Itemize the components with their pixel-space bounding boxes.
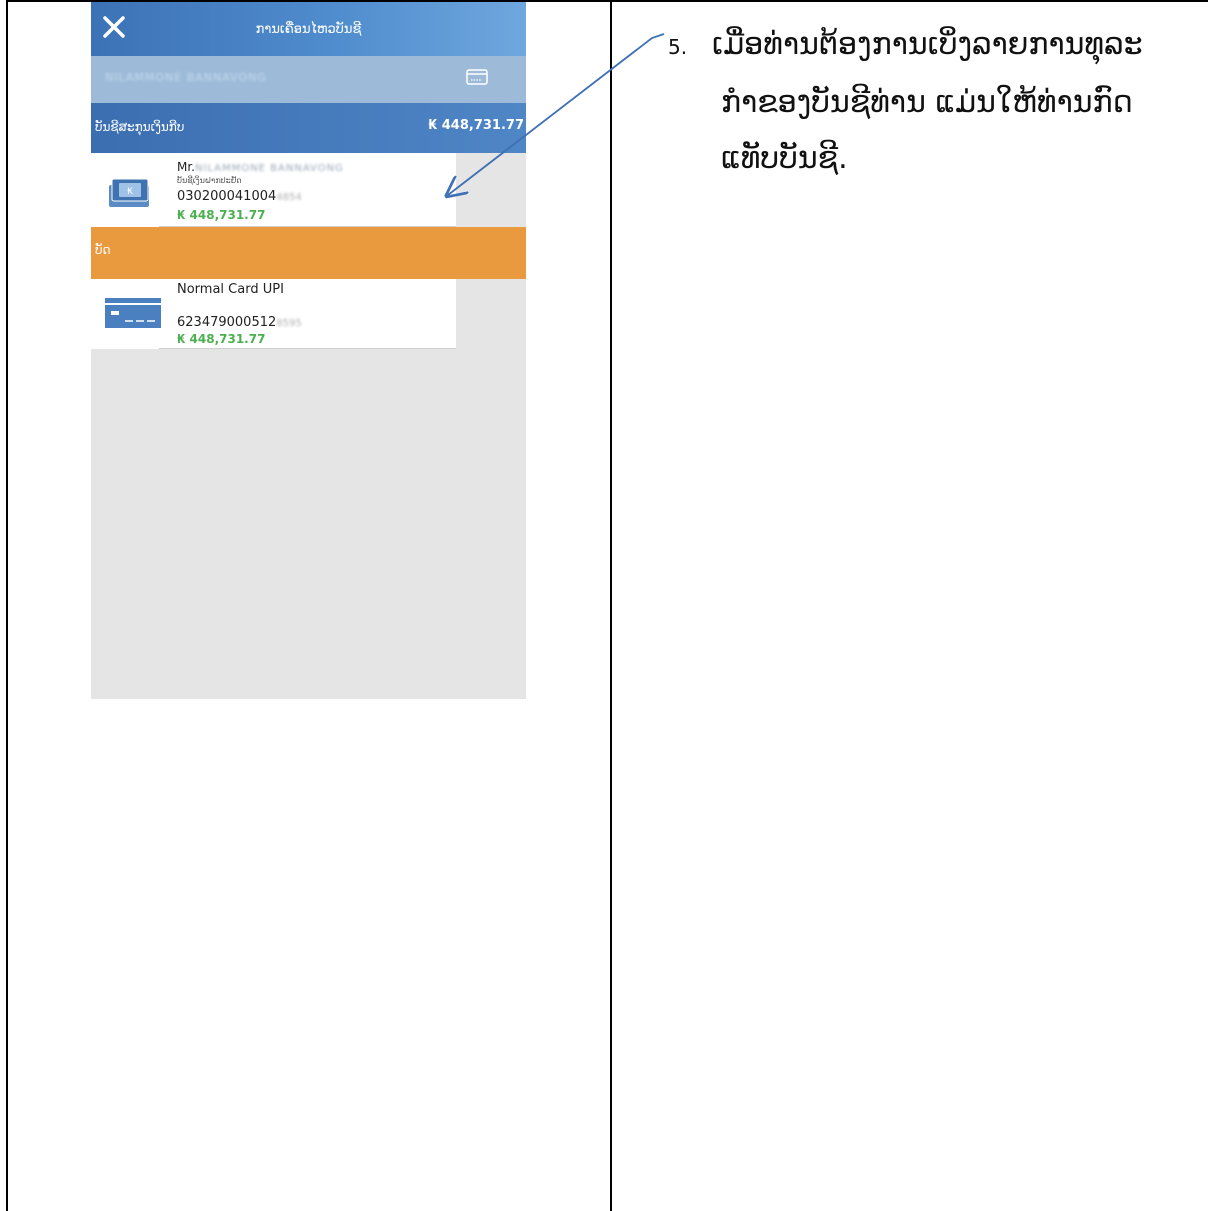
account-number: 0302000410044854: [177, 189, 302, 204]
instruction-line-1-text: ເມື່ອທ່ານຕ້ອງການເບິ່ງລາຍການທຸລະ: [712, 27, 1143, 62]
savings-section-label: ບັນຊີສະກຸນເງິນກີບ: [95, 120, 185, 134]
card-section-label: ບັດ: [95, 243, 111, 257]
row-divider: [159, 348, 456, 349]
bank-account-icon: ₭: [109, 178, 149, 207]
account-holder: Mr.NILAMMONE BANNAVONG: [177, 160, 344, 174]
step-number: 5.: [668, 35, 688, 59]
card-section-header: ບັດ: [91, 227, 526, 279]
savings-section-header: ບັນຊີສະກຸນເງິນກີບ ₭ 448,731.77: [91, 103, 526, 153]
card-number-masked: 8595: [276, 318, 302, 329]
holder-title: Mr.: [177, 160, 195, 174]
card-number: 6234790005128595: [177, 315, 302, 330]
card-balance: ₭ 448,731.77: [177, 332, 266, 346]
instruction-line-3: ແທັບບັນຊີ.: [721, 141, 848, 176]
account-holder-bar: NILAMMONE BANNAVONG: [91, 56, 526, 103]
instruction-line-1: 5. ເມື່ອທ່ານຕ້ອງການເບິ່ງລາຍການທຸລະ: [668, 17, 1198, 75]
card-list-item[interactable]: Normal Card UPI 6234790005128595 ₭ 448,7…: [91, 279, 456, 349]
credit-card-icon[interactable]: [466, 69, 488, 85]
account-number-masked: 4854: [276, 192, 302, 203]
account-list-item[interactable]: ₭ Mr.NILAMMONE BANNAVONG ບັນຊີເງິນຝາກປະຢ…: [91, 153, 456, 227]
app-header: ການເຄື່ອນໄຫວບັນຊີ: [91, 2, 526, 56]
card-name: Normal Card UPI: [177, 282, 284, 297]
account-balance: ₭ 448,731.77: [177, 208, 266, 222]
header-title: ການເຄື່ອນໄຫວບັນຊີ: [255, 22, 362, 37]
svg-text:₭: ₭: [127, 187, 133, 197]
account-holder-name: NILAMMONE BANNAVONG: [105, 71, 267, 84]
account-number-visible: 030200041004: [177, 189, 277, 204]
instruction-line-2: ກຳຂອງບັນຊີທ່ານ ແມ່ນໃຫ້ທ່ານກົດ: [721, 85, 1133, 120]
table-border-left: [6, 0, 8, 1211]
holder-name: NILAMMONE BANNAVONG: [195, 163, 344, 174]
phone-screenshot: ການເຄື່ອນໄຫວບັນຊີ NILAMMONE BANNAVONG ບັ…: [91, 2, 526, 699]
card-number-visible: 623479000512: [177, 315, 277, 330]
instruction-text: 5. ເມື່ອທ່ານຕ້ອງການເບິ່ງລາຍການທຸລະ ກຳຂອງບ…: [668, 17, 1198, 187]
table-border-middle: [610, 0, 612, 1211]
debit-card-icon: [105, 298, 161, 328]
account-type: ບັນຊີເງິນຝາກປະຢັດ: [177, 176, 242, 185]
savings-section-total: ₭ 448,731.77: [428, 118, 524, 133]
